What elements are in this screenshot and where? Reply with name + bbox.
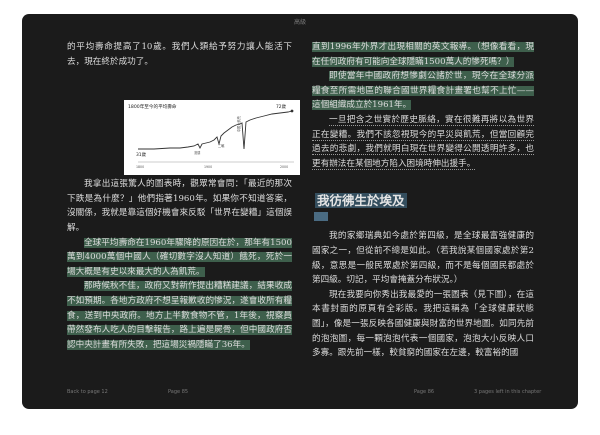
highlight-marker xyxy=(314,212,328,222)
right-para-1: 直到1996年外界才出現相關的英文報導。（想像看看，現在任何政府有可能向全球隱瞞… xyxy=(312,40,534,69)
section-heading: 我彷彿生於埃及 xyxy=(312,191,534,210)
end-point xyxy=(290,109,294,113)
highlight[interactable]: 即使當年中國政府想慘劇公諸於世，現今在全球分派糧食至所需地區的聯合國世界糧食計畫… xyxy=(312,71,534,111)
left-para-2: 我拿出這張驚人的圖表時，觀眾常會問：「最近的那次下跌是為什麼？」他們指著1960… xyxy=(67,179,292,233)
left-page-number: Page 85 xyxy=(168,389,189,395)
right-page: 直到1996年外界才出現相關的英文報導。（想像看看，現在任何政府有可能向全球隱瞞… xyxy=(312,40,534,361)
x-tick: 1800 xyxy=(136,165,144,169)
label-end: 72歲 xyxy=(276,103,287,110)
left-page: 的平均壽命提高了10歲。我們人類給予努力讓人能活下去，現在終於成功了。 我拿出這… xyxy=(67,40,292,352)
window: 高級 的平均壽命提高了10歲。我們人類給予努力讓人能活下去，現在終於成功了。 我… xyxy=(0,0,600,435)
page-footer: Back to page 12 Page 85 Page 86 3 pages … xyxy=(22,389,578,399)
label-war: 二戰 xyxy=(218,143,225,148)
section-heading-text[interactable]: 我彷彿生於埃及 xyxy=(315,193,407,209)
title-bar[interactable]: 高級 xyxy=(22,14,578,30)
right-para-2: 即使當年中國政府想慘劇公諸於世，現今在全球分派糧食至所需地區的聯合國世界糧食計畫… xyxy=(312,69,534,113)
right-para-4: 我的家鄉瑞典如今處於第四級，是全球最富強健康的國家之一，但從前不總是如此。（若我… xyxy=(312,231,534,286)
chart-svg: 1800年至今的平均壽命 31歲 72歲 中國大飢荒 流感 二戰 1800 19… xyxy=(128,103,294,169)
highlight[interactable]: 全球平均壽命在1960年驟降的原因在於，那年有1500萬到4000萬個中國人（確… xyxy=(67,237,292,277)
life-expectancy-chart[interactable]: 1800年至今的平均壽命 31歲 72歲 中國大飢荒 流感 二戰 1800 19… xyxy=(124,100,300,175)
highlight[interactable]: 直到1996年外界才出現相關的英文報導。（想像看看，現在任何政府有可能向全球隱瞞… xyxy=(312,42,534,67)
right-para-5: 現在我要向你秀出我最愛的一張圖表（見下圖），在這本書封面的原頁有全彩版。我把這稱… xyxy=(312,289,534,359)
right-page-number: Page 86 xyxy=(414,389,435,395)
chart-title: 1800年至今的平均壽命 xyxy=(128,103,177,110)
x-tick: 2000 xyxy=(280,165,288,169)
back-to-page-link[interactable]: Back to page 12 xyxy=(67,389,108,395)
ebook-reader: 高級 的平均壽命提高了10歲。我們人類給予努力讓人能活下去，現在終於成功了。 我… xyxy=(22,14,578,409)
left-para-1: 的平均壽命提高了10歲。我們人類給予努力讓人能活下去，現在終於成功了。 xyxy=(67,42,292,67)
left-para-4: 那時候秋不佳，政府又對新作提出糟糕建議，結果收成不如預期。各地方政府不想呈報歉收… xyxy=(67,279,292,352)
label-1960: 中國大飢荒 xyxy=(236,115,241,132)
x-tick: 1900 xyxy=(204,165,212,169)
highlight[interactable]: 那時候秋不佳，政府又對新作提出糟糕建議，結果收成不如預期。各地方政府不想呈報歉收… xyxy=(67,281,292,350)
life-expectancy-line xyxy=(138,110,293,150)
pages-left-label: 3 pages left in this chapter xyxy=(474,389,542,395)
label-start: 31歲 xyxy=(136,151,147,158)
right-para-3: 一旦把含之世實於歷史脈絡，實在很難再將以為世界正在變糟。我們不該忽視現今的早災與… xyxy=(312,113,534,171)
label-flu: 流感 xyxy=(194,150,201,155)
left-para-3: 全球平均壽命在1960年驟降的原因在於，那年有1500萬到4000萬個中國人（確… xyxy=(67,236,292,280)
underline[interactable]: 一旦把含之世實於歷史脈絡，實在很難再將以為世界正在變糟。我們不該忽視現今的早災與… xyxy=(312,114,534,170)
window-title: 高級 xyxy=(293,19,306,26)
